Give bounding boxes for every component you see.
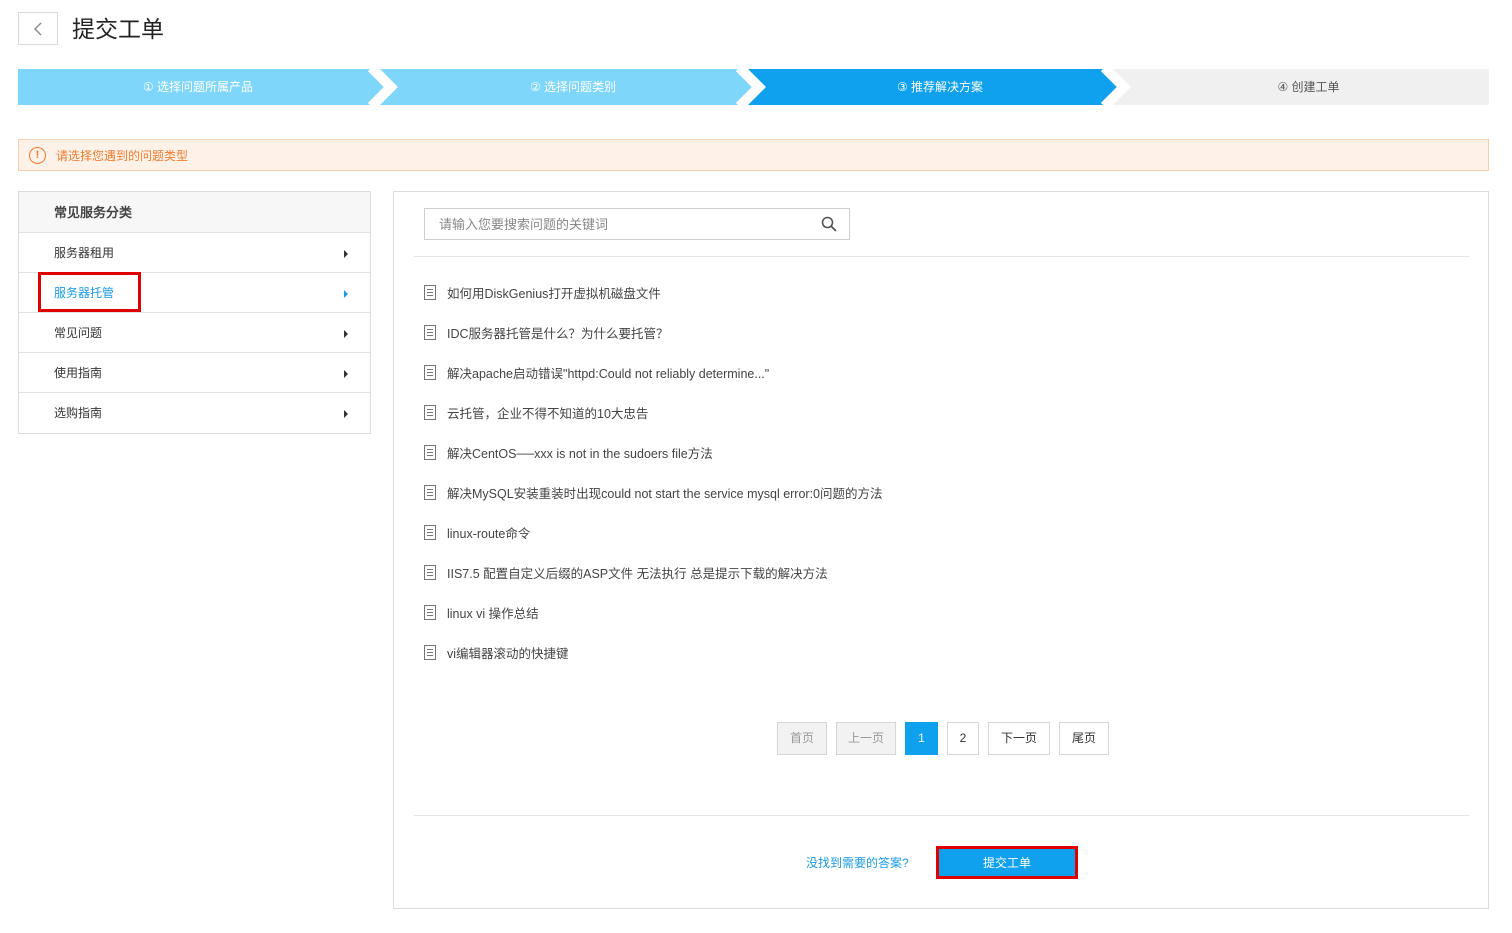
sidebar-item-label: 选购指南 [54,406,103,420]
next-page-button[interactable]: 下一页 [988,722,1050,755]
article-title: 解决MySQL安装重装时出现could not start the servic… [447,486,883,501]
article-title: linux-route命令 [447,526,531,541]
list-item[interactable]: linux-route命令 [424,512,1424,552]
submit-ticket-button[interactable]: 提交工单 [938,848,1076,878]
divider [414,256,1470,257]
sidebar-item-user-guide[interactable]: 使用指南 [19,353,370,393]
alert-text: 请选择您遇到的问题类型 [56,148,189,163]
sidebar-item-label: 常见问题 [54,326,103,340]
sidebar-item-buying-guide[interactable]: 选购指南 [19,393,370,433]
article-title: IDC服务器托管是什么？为什么要托管？ [447,326,669,341]
step-4-label: ④ 创建工单 [1277,80,1340,94]
document-icon [424,604,436,620]
first-page-button[interactable]: 首页 [777,722,827,755]
article-title: linux vi 操作总结 [447,606,539,621]
category-sidebar: 常见服务分类 服务器租用 服务器托管 常见问题 使用指南 选购指南 [18,191,371,434]
not-found-link[interactable]: 没找到需要的答案? [806,854,909,871]
list-item[interactable]: 如何用DiskGenius打开虚拟机磁盘文件 [424,272,1424,312]
sidebar-item-server-hosting[interactable]: 服务器托管 [19,273,370,313]
list-item[interactable]: 解决MySQL安装重装时出现could not start the servic… [424,472,1424,512]
page-2-button[interactable]: 2 [947,722,979,755]
progress-steps: ① 选择问题所属产品 ② 选择问题类别 ③ 推荐解决方案 ④ 创建工单 [18,69,1489,105]
sidebar-item-faq[interactable]: 常见问题 [19,313,370,353]
sidebar-item-label: 服务器托管 [54,286,115,300]
article-list: 如何用DiskGenius打开虚拟机磁盘文件 IDC服务器托管是什么？为什么要托… [424,272,1424,672]
prev-page-button[interactable]: 上一页 [836,722,896,755]
step-3-label: ③ 推荐解决方案 [896,80,984,94]
document-icon [424,364,436,380]
list-item[interactable]: 云托管，企业不得不知道的10大忠告 [424,392,1424,432]
pagination: 首页 上一页 1 2 下一页 尾页 [777,722,1118,755]
list-item[interactable]: IIS7.5 配置自定义后缀的ASP文件 无法执行 总是提示下载的解决方法 [424,552,1424,592]
page-title: 提交工单 [72,16,164,42]
document-icon [424,484,436,500]
document-icon [424,524,436,540]
list-item[interactable]: linux vi 操作总结 [424,592,1424,632]
search-box [424,208,850,240]
step-2-label: ② 选择问题类别 [529,80,617,94]
solutions-panel: 如何用DiskGenius打开虚拟机磁盘文件 IDC服务器托管是什么？为什么要托… [393,191,1489,909]
document-icon [424,644,436,660]
document-icon [424,324,436,340]
document-icon [424,404,436,420]
caret-right-icon [344,370,348,378]
article-title: 解决CentOS──xxx is not in the sudoers file… [447,446,713,461]
document-icon [424,284,436,300]
document-icon [424,444,436,460]
article-title: 云托管，企业不得不知道的10大忠告 [447,406,649,421]
article-title: 解决apache启动错误"httpd:Could not reliably de… [447,366,770,381]
divider [414,815,1470,816]
page-1-button[interactable]: 1 [905,722,938,755]
warning-alert: ! 请选择您遇到的问题类型 [18,139,1489,171]
search-input[interactable] [425,209,805,239]
article-title: 如何用DiskGenius打开虚拟机磁盘文件 [447,286,661,301]
article-title: vi编辑器滚动的快捷键 [447,646,569,661]
document-icon [424,564,436,580]
sidebar-title: 常见服务分类 [19,192,370,233]
list-item[interactable]: IDC服务器托管是什么？为什么要托管？ [424,312,1424,352]
step-1-label: ① 选择问题所属产品 [142,80,254,94]
list-item[interactable]: 解决apache启动错误"httpd:Could not reliably de… [424,352,1424,392]
list-item[interactable]: 解决CentOS──xxx is not in the sudoers file… [424,432,1424,472]
last-page-button[interactable]: 尾页 [1059,722,1109,755]
caret-right-icon [344,290,348,298]
exclamation-circle-icon: ! [29,146,46,164]
sidebar-item-server-rental[interactable]: 服务器租用 [19,233,370,273]
article-title: IIS7.5 配置自定义后缀的ASP文件 无法执行 总是提示下载的解决方法 [447,566,828,581]
caret-right-icon [344,330,348,338]
list-item[interactable]: vi编辑器滚动的快捷键 [424,632,1424,672]
search-icon[interactable] [821,216,837,232]
back-button[interactable] [18,12,58,45]
caret-right-icon [344,410,348,418]
sidebar-item-label: 服务器租用 [54,246,115,260]
caret-right-icon [344,250,348,258]
chevron-left-icon [34,22,42,35]
sidebar-item-label: 使用指南 [54,366,103,380]
